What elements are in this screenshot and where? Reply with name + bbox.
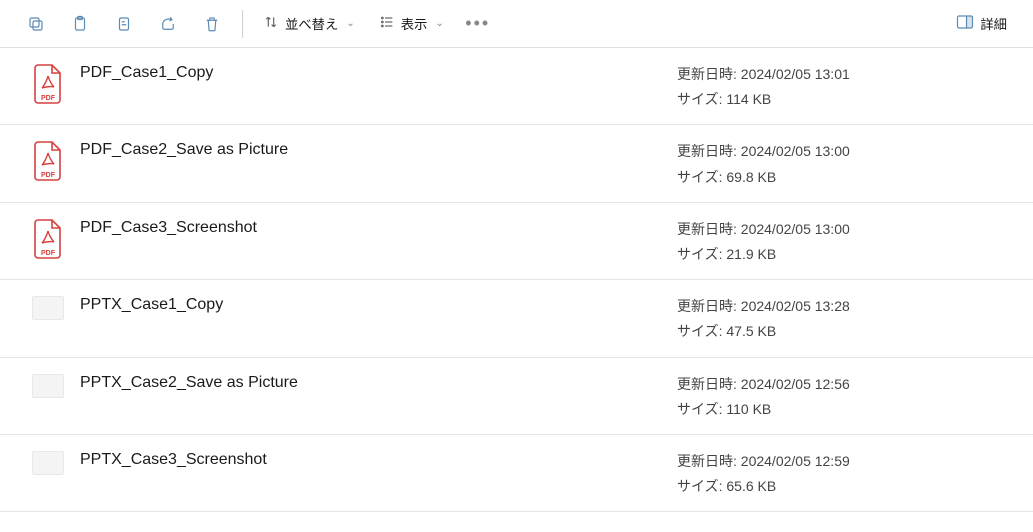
file-name: PDF_Case2_Save as Picture (80, 139, 677, 159)
pptx-file-icon (16, 449, 80, 475)
modified-label: 更新日時: (677, 376, 737, 392)
size-label: サイズ: (677, 401, 722, 417)
file-meta: 更新日時: 2024/02/05 12:59 サイズ: 65.6 KB (677, 449, 1017, 499)
modified-value: 2024/02/05 12:59 (741, 453, 850, 469)
modified-label: 更新日時: (677, 453, 737, 469)
modified-label: 更新日時: (677, 66, 737, 82)
modified-label: 更新日時: (677, 221, 737, 237)
file-meta: 更新日時: 2024/02/05 13:01 サイズ: 114 KB (677, 62, 1017, 112)
file-name: PPTX_Case2_Save as Picture (80, 372, 677, 392)
trash-icon (203, 15, 221, 33)
share-button[interactable] (148, 6, 188, 42)
chevron-down-icon: ⌄ (435, 18, 443, 29)
size-label: サイズ: (677, 91, 722, 107)
pdf-file-icon (16, 139, 80, 181)
pdf-file-icon (16, 217, 80, 259)
modified-label: 更新日時: (677, 143, 737, 159)
details-pane-icon (956, 14, 974, 33)
copy-button[interactable] (16, 6, 56, 42)
copy-icon (27, 15, 45, 33)
size-value: 69.8 KB (726, 169, 776, 185)
modified-value: 2024/02/05 13:00 (741, 221, 850, 237)
file-row[interactable]: PDF_Case2_Save as Picture更新日時: 2024/02/0… (0, 125, 1033, 202)
file-row[interactable]: PPTX_Case2_Save as Picture更新日時: 2024/02/… (0, 358, 1033, 435)
rename-icon (115, 15, 133, 33)
paste-button[interactable] (60, 6, 100, 42)
sort-button[interactable]: 並べ替え ⌄ (253, 6, 365, 42)
view-button[interactable]: 表示 ⌄ (369, 6, 454, 42)
size-value: 114 KB (726, 91, 771, 107)
sort-label: 並べ替え (285, 14, 338, 33)
size-label: サイズ: (677, 169, 722, 185)
share-icon (159, 15, 177, 33)
more-button[interactable]: ••• (458, 6, 498, 42)
size-label: サイズ: (677, 246, 722, 262)
size-value: 110 KB (726, 401, 771, 417)
toolbar: 並べ替え ⌄ 表示 ⌄ ••• 詳細 (0, 0, 1033, 48)
sort-icon (263, 14, 279, 33)
modified-label: 更新日時: (677, 298, 737, 314)
paste-icon (71, 15, 89, 33)
pptx-file-icon (16, 294, 80, 320)
modified-value: 2024/02/05 13:01 (741, 66, 850, 82)
more-icon: ••• (465, 13, 490, 34)
pdf-file-icon (16, 62, 80, 104)
size-value: 47.5 KB (726, 323, 776, 339)
file-name: PDF_Case1_Copy (80, 62, 677, 82)
view-icon (379, 14, 395, 33)
delete-button[interactable] (192, 6, 232, 42)
file-row[interactable]: PPTX_Case1_Copy更新日時: 2024/02/05 13:28 サイズ… (0, 280, 1033, 357)
file-list: PDF_Case1_Copy更新日時: 2024/02/05 13:01サイズ:… (0, 48, 1033, 512)
file-name: PPTX_Case1_Copy (80, 294, 677, 314)
file-name: PDF_Case3_Screenshot (80, 217, 677, 237)
file-meta: 更新日時: 2024/02/05 13:00 サイズ: 21.9 KB (677, 217, 1017, 267)
pptx-file-icon (16, 372, 80, 398)
file-meta: 更新日時: 2024/02/05 13:00 サイズ: 69.8 KB (677, 139, 1017, 189)
details-button[interactable]: 詳細 (946, 6, 1017, 42)
size-value: 65.6 KB (726, 478, 776, 494)
file-meta: 更新日時: 2024/02/05 13:28 サイズ: 47.5 KB (677, 294, 1017, 344)
chevron-down-icon: ⌄ (346, 18, 354, 29)
file-row[interactable]: PPTX_Case3_Screenshot更新日時: 2024/02/05 12… (0, 435, 1033, 512)
view-label: 表示 (401, 14, 428, 33)
toolbar-divider (242, 10, 243, 38)
size-value: 21.9 KB (726, 246, 776, 262)
file-row[interactable]: PDF_Case3_Screenshot更新日時: 2024/02/05 13:… (0, 203, 1033, 280)
toolbar-left-group (16, 6, 232, 42)
modified-value: 2024/02/05 13:28 (741, 298, 850, 314)
file-row[interactable]: PDF_Case1_Copy更新日時: 2024/02/05 13:01 サイズ:… (0, 48, 1033, 125)
modified-value: 2024/02/05 12:56 (741, 376, 850, 392)
details-label: 詳細 (980, 14, 1007, 33)
size-label: サイズ: (677, 478, 722, 494)
modified-value: 2024/02/05 13:00 (741, 143, 850, 159)
file-meta: 更新日時: 2024/02/05 12:56 サイズ: 110 KB (677, 372, 1017, 422)
size-label: サイズ: (677, 323, 722, 339)
rename-button[interactable] (104, 6, 144, 42)
file-name: PPTX_Case3_Screenshot (80, 449, 677, 469)
